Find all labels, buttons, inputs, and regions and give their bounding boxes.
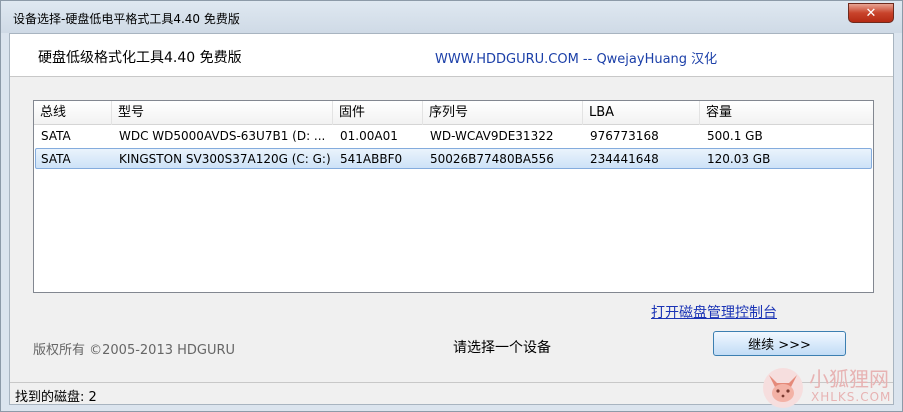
cell-serial: WD-WCAV9DE31322 [430, 129, 554, 143]
column-header-serial[interactable]: 序列号 [423, 101, 583, 125]
watermark: 小狐狸网 XHLKS.COM [761, 363, 901, 411]
continue-button[interactable]: 继续 >>> [713, 331, 846, 356]
copyright-text: 版权所有 ©2005-2013 HDGURU [33, 343, 236, 358]
select-device-prompt: 请选择一个设备 [453, 340, 551, 356]
cell-serial: 50026B77480BA556 [430, 152, 554, 166]
cell-lba: 234441648 [590, 152, 659, 166]
cell-bus: SATA [41, 152, 71, 166]
cell-firmware: 01.00A01 [340, 129, 398, 143]
fox-logo-icon [763, 368, 803, 408]
cell-capacity: 120.03 GB [707, 152, 771, 166]
column-header-firmware[interactable]: 固件 [333, 101, 423, 125]
device-select-window: 设备选择-硬盘低电平格式工具4.40 免费版 ✕ 硬盘低级格式化工具4.40 免… [0, 0, 903, 412]
column-header-capacity[interactable]: 容量 [700, 101, 873, 125]
watermark-text: 小狐狸网 [809, 367, 889, 391]
header-banner: 硬盘低级格式化工具4.40 免费版 WWW.HDDGURU.COM -- Qwe… [10, 34, 893, 77]
title-bar[interactable]: 设备选择-硬盘低电平格式工具4.40 免费版 ✕ [1, 1, 902, 33]
column-header-lba[interactable]: LBA [583, 101, 700, 125]
device-list[interactable]: 总线 型号 固件 序列号 LBA 容量 SATA WDC WD5000AVDS-… [33, 100, 874, 293]
list-header: 总线 型号 固件 序列号 LBA 容量 [34, 101, 873, 125]
table-row[interactable]: SATA WDC WD5000AVDS-63U7B1 (D: ... 01.00… [35, 126, 872, 147]
cell-bus: SATA [41, 129, 71, 143]
close-button[interactable]: ✕ [848, 3, 894, 23]
column-header-bus[interactable]: 总线 [34, 101, 112, 125]
cell-lba: 976773168 [590, 129, 659, 143]
cell-model: KINGSTON SV300S37A120G (C: G:) [119, 152, 331, 166]
cell-firmware: 541ABBF0 [340, 152, 403, 166]
app-title: 硬盘低级格式化工具4.40 免费版 [38, 50, 242, 66]
column-header-model[interactable]: 型号 [112, 101, 333, 125]
watermark-subtext: XHLKS.COM [811, 390, 892, 404]
disks-found-status: 找到的磁盘: 2 [15, 390, 97, 405]
credit-text: WWW.HDDGURU.COM -- QwejayHuang 汉化 [435, 52, 718, 67]
table-row-selected[interactable]: SATA KINGSTON SV300S37A120G (C: G:) 541A… [35, 148, 872, 169]
cell-model: WDC WD5000AVDS-63U7B1 (D: ... [119, 129, 326, 143]
disk-management-link[interactable]: 打开磁盘管理控制台 [651, 302, 777, 322]
dialog-body: 硬盘低级格式化工具4.40 免费版 WWW.HDDGURU.COM -- Qwe… [9, 33, 894, 405]
cell-capacity: 500.1 GB [707, 129, 763, 143]
close-icon: ✕ [865, 5, 877, 21]
window-title: 设备选择-硬盘低电平格式工具4.40 免费版 [13, 12, 240, 26]
